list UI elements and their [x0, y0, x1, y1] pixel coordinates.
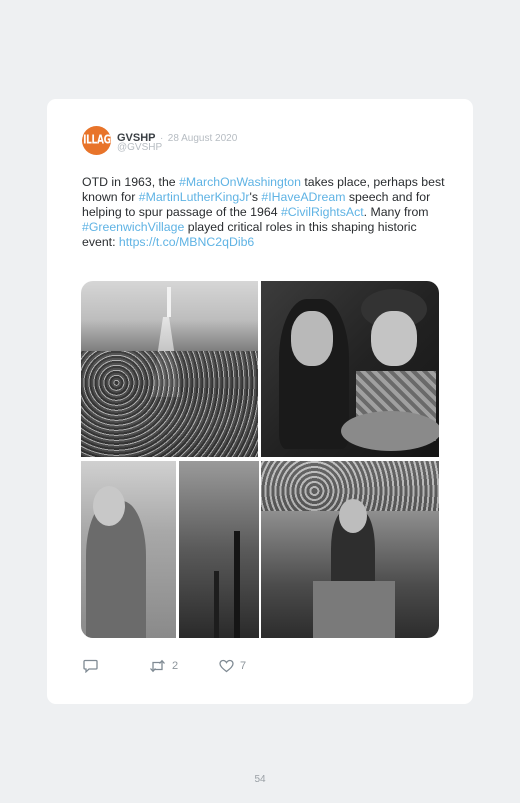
hashtag-martin-luther-king-jr[interactable]: #MartinLutherKingJr — [139, 190, 250, 204]
hashtag-greenwich-village[interactable]: #GreenwichVillage — [82, 220, 184, 234]
page-number: 54 — [254, 774, 266, 785]
microphone-stand — [214, 571, 219, 638]
hashtag-i-have-a-dream[interactable]: #IHaveADream — [261, 190, 345, 204]
washington-monument — [167, 287, 171, 317]
author-handle[interactable]: @GVSHP — [117, 142, 162, 153]
reply-icon — [83, 659, 98, 673]
text-segment: 's — [249, 190, 262, 204]
heart-icon — [219, 659, 234, 673]
tweet-date[interactable]: 28 August 2020 — [168, 133, 238, 144]
guitarist-face — [371, 311, 417, 366]
avatar[interactable]: VILLAGE — [82, 126, 111, 155]
photo-man-guitar[interactable] — [81, 461, 176, 638]
podium — [313, 581, 395, 638]
hashtag-march-on-washington[interactable]: #MarchOnWashington — [179, 175, 301, 189]
crowd — [81, 351, 258, 457]
text-segment: . Many from — [363, 205, 429, 219]
photo-speaker-podium[interactable] — [261, 461, 439, 638]
retweet-button[interactable]: 2 — [149, 659, 178, 673]
photo-singers-guitar[interactable] — [261, 281, 439, 457]
reply-button[interactable] — [83, 659, 98, 673]
photo-march-crowd[interactable] — [81, 281, 258, 457]
microphone-stand — [234, 531, 240, 638]
like-count: 7 — [240, 660, 247, 672]
tweet-card: VILLAGE GVSHP · 28 August 2020 @GVSHP OT… — [47, 99, 473, 704]
speaker-head — [339, 499, 367, 533]
tweet-link[interactable]: https://t.co/MBNC2qDib6 — [119, 235, 254, 249]
tweet-text: OTD in 1963, the #MarchOnWashington take… — [82, 175, 452, 250]
like-button[interactable]: 7 — [219, 659, 246, 673]
text-segment: OTD in 1963, the — [82, 175, 180, 189]
avatar-logo-text: VILLAGE — [82, 133, 111, 148]
guitar — [341, 411, 439, 451]
singer-face — [291, 311, 333, 366]
retweet-count: 2 — [172, 660, 179, 672]
tweet-media-grid — [81, 281, 439, 638]
hashtag-civil-rights-act[interactable]: #CivilRightsAct — [281, 205, 364, 219]
man-head — [93, 486, 125, 526]
photo-microphones[interactable] — [179, 461, 259, 638]
retweet-icon — [150, 659, 165, 673]
